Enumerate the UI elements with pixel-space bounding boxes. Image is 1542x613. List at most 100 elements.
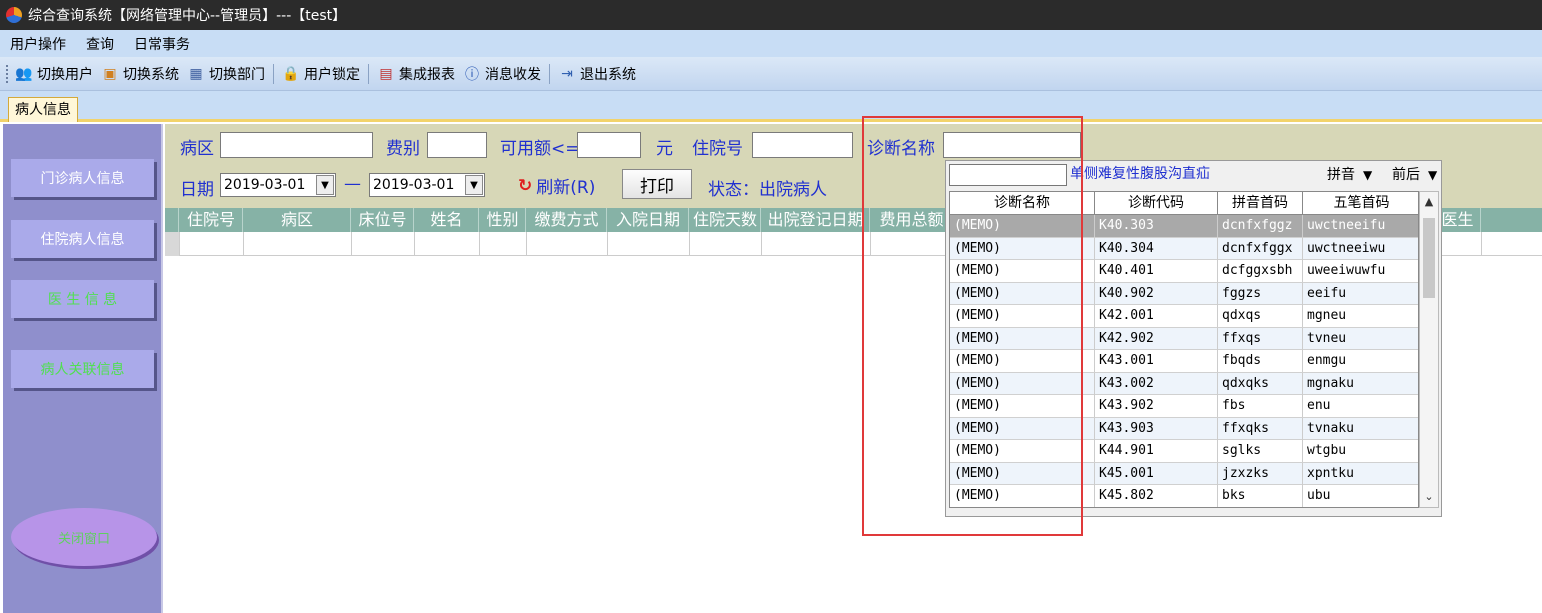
diagnosis-cell-pinyin[interactable]: fbs [1218,395,1303,417]
diagnosis-row[interactable]: (MEMO) K40.304 dcnfxfggx uwctneeiwu [950,237,1418,260]
col-pinyin-code[interactable]: 拼音首码 [1218,192,1303,215]
diagnosis-cell-wubi[interactable]: eeifu [1303,283,1418,305]
diagnosis-cell-pinyin[interactable]: fbqds [1218,350,1303,372]
table-cell[interactable] [608,232,690,256]
message-button[interactable]: ⓘ 消息收发 [463,64,541,84]
diagnosis-cell-name[interactable]: (MEMO) [950,282,1095,305]
scroll-up-icon[interactable]: ▲ [1420,192,1438,212]
outpatient-info-button[interactable]: 门诊病人信息 [11,159,154,197]
inpatient-info-button[interactable]: 住院病人信息 [11,220,154,258]
diagnosis-row[interactable]: (MEMO) K45.802 bks ubu [950,485,1418,507]
diagnosis-cell-wubi[interactable]: wtgbu [1303,440,1418,462]
switch-system-button[interactable]: ▣ 切换系统 [101,64,179,84]
report-button[interactable]: ▤ 集成报表 [377,64,455,84]
diagnosis-cell-code[interactable]: K43.002 [1095,372,1218,395]
diagnosis-cell-name[interactable]: (MEMO) [950,215,1095,237]
date-from-picker[interactable]: 2019-03-01 ▼ [220,173,336,197]
position-select[interactable]: 前后 ▼ [1392,164,1442,186]
menu-query[interactable]: 查询 [86,34,114,54]
ward-input[interactable] [220,132,373,158]
diagnosis-name-input[interactable] [943,132,1081,158]
col-bed-no[interactable]: 床位号 [352,208,414,232]
diagnosis-cell-wubi[interactable]: uwctneeiwu [1303,238,1418,260]
scrollbar-thumb[interactable] [1423,218,1435,298]
diagnosis-cell-name[interactable]: (MEMO) [950,440,1095,462]
refresh-button[interactable]: ↻ 刷新(R) [518,173,595,199]
col-admission-date[interactable]: 入院日期 [608,208,689,232]
diagnosis-cell-name[interactable]: (MEMO) [950,237,1095,260]
diagnosis-cell-wubi[interactable]: uweeiwuwfu [1303,260,1418,282]
col-discharge-date[interactable]: 出院登记日期 [762,208,870,232]
switch-user-button[interactable]: 👥 切换用户 [15,64,93,84]
diagnosis-cell-pinyin[interactable]: sglks [1218,440,1303,462]
diagnosis-row[interactable]: (MEMO) K43.903 ffxqks tvnaku [950,417,1418,440]
diagnosis-row[interactable]: (MEMO) K45.001 jzxzks xpntku [950,462,1418,485]
chevron-down-icon[interactable]: ▼ [316,175,334,195]
diagnosis-cell-pinyin[interactable]: ffxqs [1218,327,1303,350]
diagnosis-cell-name[interactable]: (MEMO) [950,485,1095,507]
diagnosis-cell-wubi[interactable]: xpntku [1303,463,1418,485]
diagnosis-cell-code[interactable]: K40.902 [1095,282,1218,305]
chevron-down-icon[interactable]: ▼ [1428,164,1437,186]
table-cell[interactable] [527,232,608,256]
col-wubi-code[interactable]: 五笔首码 [1303,192,1418,215]
diagnosis-cell-name[interactable]: (MEMO) [950,327,1095,350]
row-indicator[interactable] [165,232,180,256]
diagnosis-search-input[interactable] [949,164,1067,186]
col-name[interactable]: 姓名 [415,208,479,232]
diagnosis-cell-code[interactable]: K42.902 [1095,327,1218,350]
diagnosis-row[interactable]: (MEMO) K40.902 fggzs eeifu [950,282,1418,305]
diagnosis-cell-name[interactable]: (MEMO) [950,395,1095,417]
diagnosis-cell-pinyin[interactable]: qdxqks [1218,372,1303,395]
diagnosis-cell-code[interactable]: K40.304 [1095,237,1218,260]
diagnosis-cell-pinyin[interactable]: bks [1218,485,1303,507]
diagnosis-cell-wubi[interactable]: enmgu [1303,350,1418,372]
diagnosis-row[interactable]: (MEMO) K40.401 dcfggxsbh uweeiwuwfu [950,260,1418,283]
date-to-picker[interactable]: 2019-03-01 ▼ [369,173,485,197]
table-cell[interactable] [1435,232,1482,256]
fee-type-input[interactable] [427,132,487,158]
available-amount-input[interactable] [577,132,641,158]
diagnosis-cell-pinyin[interactable]: dcfggxsbh [1218,260,1303,282]
menu-user-operations[interactable]: 用户操作 [10,34,66,54]
diagnosis-cell-pinyin[interactable]: fggzs [1218,282,1303,305]
diagnosis-row[interactable]: (MEMO) K44.901 sglks wtgbu [950,440,1418,463]
diagnosis-cell-code[interactable]: K40.401 [1095,260,1218,282]
diagnosis-cell-code[interactable]: K43.902 [1095,395,1218,417]
chevron-down-icon[interactable]: ▼ [1363,164,1372,186]
user-lock-button[interactable]: 🔒 用户锁定 [282,64,360,84]
table-cell[interactable] [690,232,762,256]
table-cell[interactable] [762,232,871,256]
diagnosis-row[interactable]: (MEMO) K43.002 qdxqks mgnaku [950,372,1418,395]
col-inpatient-no[interactable]: 住院号 [180,208,243,232]
col-payment-method[interactable]: 缴费方式 [527,208,607,232]
tab-patient-info[interactable]: 病人信息 [8,97,78,122]
diagnosis-scrollbar[interactable]: ▲ ⌄ [1419,191,1439,508]
inpatient-no-input[interactable] [752,132,853,158]
diagnosis-cell-code[interactable]: K42.001 [1095,305,1218,327]
diagnosis-row[interactable]: (MEMO) K40.303 dcnfxfggz uwctneeifu [950,215,1418,238]
diagnosis-cell-code[interactable]: K45.802 [1095,485,1218,507]
col-stay-days[interactable]: 住院天数 [690,208,761,232]
print-button[interactable]: 打印 [622,169,692,199]
table-cell[interactable] [480,232,527,256]
diagnosis-cell-pinyin[interactable]: jzxzks [1218,462,1303,485]
diagnosis-cell-name[interactable]: (MEMO) [950,417,1095,440]
diagnosis-cell-pinyin[interactable]: dcnfxfggx [1218,237,1303,260]
diagnosis-cell-wubi[interactable]: enu [1303,395,1418,417]
diagnosis-cell-name[interactable]: (MEMO) [950,462,1095,485]
diagnosis-cell-name[interactable]: (MEMO) [950,260,1095,282]
diagnosis-cell-wubi[interactable]: mgnaku [1303,373,1418,395]
diagnosis-cell-pinyin[interactable]: dcnfxfggz [1218,215,1303,237]
diagnosis-cell-code[interactable]: K45.001 [1095,462,1218,485]
diagnosis-cell-code[interactable]: K43.001 [1095,350,1218,372]
table-cell[interactable] [244,232,352,256]
close-window-button[interactable]: 关闭窗口 [11,508,157,566]
table-cell[interactable] [871,232,954,256]
diagnosis-cell-wubi[interactable]: uwctneeifu [1303,215,1418,237]
table-cell[interactable] [352,232,415,256]
chevron-down-icon[interactable]: ▼ [465,175,483,195]
diagnosis-row[interactable]: (MEMO) K42.902 ffxqs tvneu [950,327,1418,350]
diagnosis-cell-wubi[interactable]: tvnaku [1303,418,1418,440]
table-cell[interactable] [415,232,480,256]
